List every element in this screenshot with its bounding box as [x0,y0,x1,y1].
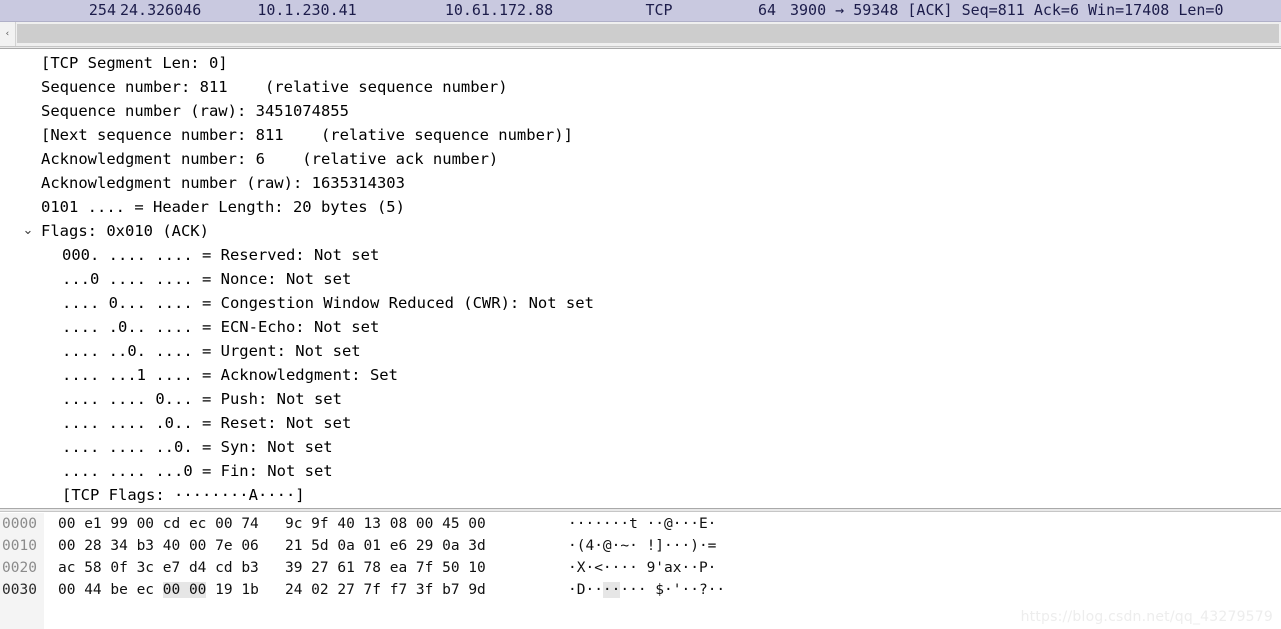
hex-dump-row[interactable]: 0000 00 e1 99 00 cd ec 00 74 9c 9f 40 13 … [0,513,1281,535]
hex-bytes-cells[interactable]: ac 58 0f 3c e7 d4 cd b3 39 27 61 78 ea 7… [58,557,486,579]
hex-selected-ascii[interactable]: ·· [602,582,621,598]
hex-ascii-cells[interactable]: ·X·<···· 9'ax··P· [568,557,716,579]
scrollbar-corner-stub: ‹ [0,22,16,46]
detail-tree-row-label: .... .... ..0. = Syn: Not set [62,438,333,456]
hex-offset-label: 0010 [2,538,37,554]
detail-tree-row[interactable]: .... .0.. .... = ECN-Echo: Not set [0,315,1281,339]
detail-tree-row-label: .... .... 0... = Push: Not set [62,390,342,408]
detail-tree-row-label: 0101 .... = Header Length: 20 bytes (5) [41,198,405,216]
detail-tree-row[interactable]: [Next sequence number: 811 (relative seq… [0,123,1281,147]
detail-tree-row[interactable]: .... .... .0.. = Reset: Not set [0,411,1281,435]
detail-tree-row-label: .... ..0. .... = Urgent: Not set [62,342,361,360]
hex-dump-row[interactable]: 0020 ac 58 0f 3c e7 d4 cd b3 39 27 61 78 … [0,557,1281,579]
packet-list-pane[interactable]: 254 24.326046 10.1.230.41 10.61.172.88 T… [0,0,1281,22]
hex-offset-label: 0000 [2,516,37,532]
detail-tree-row[interactable]: .... ..0. .... = Urgent: Not set [0,339,1281,363]
detail-tree-row[interactable]: .... .... ..0. = Syn: Not set [0,435,1281,459]
packet-no-cell: 254 [88,1,116,19]
detail-tree-row[interactable]: ...0 .... .... = Nonce: Not set [0,267,1281,291]
detail-tree-row[interactable]: .... .... ...0 = Fin: Not set [0,459,1281,483]
hex-ascii-cells[interactable]: ·D······· $·'··?·· [568,579,725,601]
detail-tree-row[interactable]: [TCP Flags: ········A····] [0,483,1281,507]
packet-list-row-selected[interactable]: 254 24.326046 10.1.230.41 10.61.172.88 T… [0,0,1281,21]
detail-tree-row[interactable]: .... .... 0... = Push: Not set [0,387,1281,411]
hex-dump-row[interactable]: 0030 00 44 be ec 00 00 19 1b 24 02 27 7f … [0,579,1281,601]
detail-tree-row-label: Acknowledgment number: 6 (relative ack n… [41,150,499,168]
detail-tree-row-label: Sequence number: 811 (relative sequence … [41,78,508,96]
detail-tree-row-label: .... .0.. .... = ECN-Echo: Not set [62,318,380,336]
hex-selected-bytes[interactable]: 00 00 [162,582,207,598]
packet-protocol-cell: TCP [645,1,673,19]
detail-tree-row-label: Flags: 0x010 (ACK) [41,222,209,240]
detail-tree-row[interactable]: 000. .... .... = Reserved: Not set [0,243,1281,267]
hex-dump-row[interactable]: 0010 00 28 34 b3 40 00 7e 06 21 5d 0a 01 … [0,535,1281,557]
hex-offset-label: 0020 [2,560,37,576]
detail-tree-row-label: Acknowledgment number (raw): 1635314303 [41,174,405,192]
detail-tree-row[interactable]: Acknowledgment number: 6 (relative ack n… [0,147,1281,171]
packet-time-cell: 24.326046 [120,1,202,19]
detail-tree-row[interactable]: 0101 .... = Header Length: 20 bytes (5) [0,195,1281,219]
hex-offset-label: 0030 [2,582,37,598]
packet-detail-pane[interactable]: [TCP Segment Len: 0] Sequence number: 811… [0,51,1281,508]
detail-tree-row[interactable]: Sequence number (raw): 3451074855 [0,99,1281,123]
detail-tree-row[interactable]: Sequence number: 811 (relative sequence … [0,75,1281,99]
packet-source-cell: 10.1.230.41 [257,1,357,19]
detail-tree-row-label: .... .... .0.. = Reset: Not set [62,414,352,432]
detail-tree-row-label: .... .... ...0 = Fin: Not set [62,462,333,480]
detail-tree-row[interactable]: .... ...1 .... = Acknowledgment: Set [0,363,1281,387]
detail-tree-row-label: .... ...1 .... = Acknowledgment: Set [62,366,398,384]
pane-splitter-top[interactable] [0,46,1281,49]
detail-tree-row-label: .... 0... .... = Congestion Window Reduc… [62,294,594,312]
detail-tree-row[interactable]: [TCP Segment Len: 0] [0,51,1281,75]
detail-tree-row[interactable]: Acknowledgment number (raw): 1635314303 [0,171,1281,195]
chevron-down-icon[interactable]: ⌄ [20,219,36,243]
packet-destination-cell: 10.61.172.88 [444,1,554,19]
detail-tree-row-label: Sequence number (raw): 3451074855 [41,102,349,120]
hex-ascii-cells[interactable]: ·······t ··@···E· [568,513,716,535]
detail-tree-row[interactable]: .... 0... .... = Congestion Window Reduc… [0,291,1281,315]
detail-tree-row-label: [TCP Flags: ········A····] [62,486,305,504]
detail-tree-row-label: [TCP Segment Len: 0] [41,54,228,72]
packet-info-cell: 3900 → 59348 [ACK] Seq=811 Ack=6 Win=174… [790,1,1224,19]
detail-tree-row-label: 000. .... .... = Reserved: Not set [62,246,380,264]
packet-list-hscrollbar-thumb[interactable] [17,24,1279,43]
hex-bytes-cells[interactable]: 00 e1 99 00 cd ec 00 74 9c 9f 40 13 08 0… [58,513,486,535]
watermark-text: https://blog.csdn.net/qq_43279579 [1020,609,1273,625]
detail-tree-row-label: ...0 .... .... = Nonce: Not set [62,270,352,288]
detail-tree-row[interactable]: ⌄ Flags: 0x010 (ACK) [0,219,1281,243]
detail-tree-row-label: [Next sequence number: 811 (relative seq… [41,126,573,144]
hex-bytes-cells[interactable]: 00 44 be ec 00 00 19 1b 24 02 27 7f f7 3… [58,579,486,601]
hex-bytes-cells[interactable]: 00 28 34 b3 40 00 7e 06 21 5d 0a 01 e6 2… [58,535,486,557]
hex-ascii-cells[interactable]: ·(4·@·~· !]···)·= [568,535,716,557]
pane-splitter-bottom[interactable] [0,508,1281,512]
